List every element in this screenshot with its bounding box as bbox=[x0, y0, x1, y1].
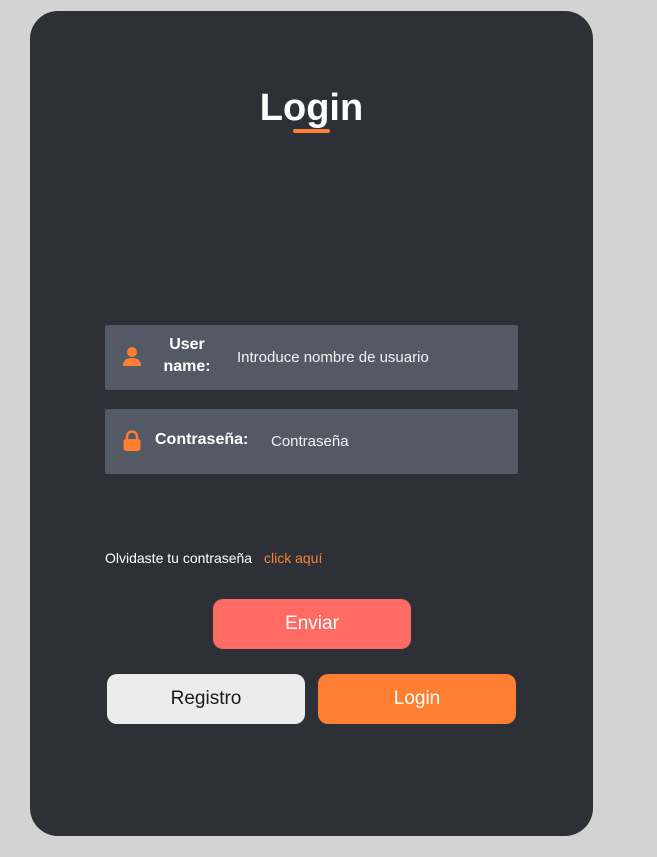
login-button[interactable]: Login bbox=[318, 674, 516, 724]
password-field[interactable]: Contraseña: bbox=[105, 409, 518, 474]
register-button[interactable]: Registro bbox=[107, 674, 305, 724]
username-input[interactable] bbox=[237, 346, 507, 368]
password-input[interactable] bbox=[271, 430, 507, 452]
login-card: Login User name: Contraseña: Olvidaste t… bbox=[30, 11, 593, 836]
forgot-password-text: Olvidaste tu contraseña bbox=[105, 550, 253, 566]
forgot-password-link[interactable]: click aquí bbox=[264, 550, 322, 566]
username-field[interactable]: User name: bbox=[105, 325, 518, 390]
title-underline bbox=[293, 129, 330, 133]
user-icon bbox=[122, 346, 142, 368]
username-label: User name: bbox=[163, 336, 211, 375]
forgot-password-row: Olvidaste tu contraseña click aquí bbox=[105, 549, 322, 567]
page-title: Login bbox=[259, 87, 364, 129]
send-button[interactable]: Enviar bbox=[213, 599, 411, 649]
lock-icon bbox=[122, 430, 142, 452]
password-label: Contraseña: bbox=[155, 431, 249, 448]
